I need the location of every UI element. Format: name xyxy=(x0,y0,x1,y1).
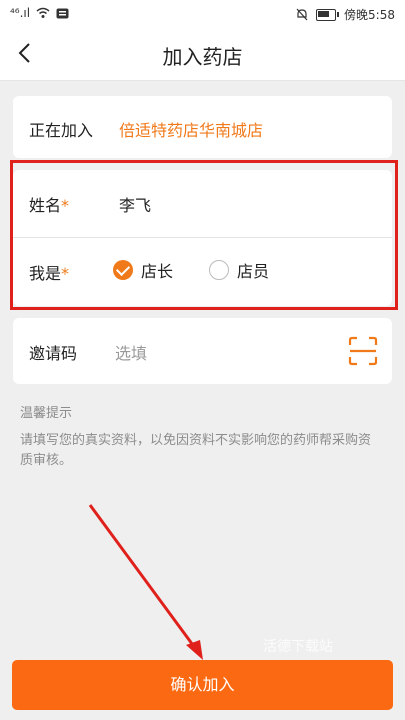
scan-icon[interactable] xyxy=(348,336,378,366)
role-row: 我是* 店长 店员 xyxy=(13,238,392,304)
page-title: 加入药店 xyxy=(162,45,243,69)
name-label: 姓名* xyxy=(29,196,70,215)
signal-icon: ⁴⁶.ıl xyxy=(10,6,31,20)
role-option-label: 店长 xyxy=(141,262,174,281)
message-icon xyxy=(56,8,69,18)
status-right: 傍晚5:58 xyxy=(296,6,395,23)
radio-checked-icon xyxy=(113,260,133,280)
battery-icon xyxy=(316,8,340,21)
name-row: 姓名* 李飞 xyxy=(13,170,392,236)
tips-title: 温馨提示 xyxy=(20,406,73,421)
status-time: 傍晚5:58 xyxy=(344,8,395,22)
status-left: ⁴⁶.ıl xyxy=(10,6,69,20)
role-option-clerk[interactable]: 店员 xyxy=(209,258,269,282)
title-bar: 加入药店 xyxy=(0,28,405,81)
store-name: 倍适特药店华南城店 xyxy=(119,121,264,140)
invite-input[interactable]: 选填 xyxy=(115,340,147,364)
profile-card: 姓名* 李飞 我是* 店长 店员 xyxy=(13,170,392,306)
role-option-label: 店员 xyxy=(237,262,270,281)
tips-body: 请填写您的真实资料，以免因资料不实影响您的药师帮采购资质审核。 xyxy=(20,433,372,468)
invite-card: 邀请码 选填 xyxy=(13,318,392,384)
role-option-manager[interactable]: 店长 xyxy=(113,258,173,282)
tips-section: 温馨提示 请填写您的真实资料，以免因资料不实影响您的药师帮采购资质审核。 xyxy=(20,402,380,471)
status-bar: ⁴⁶.ıl 傍晚5:58 xyxy=(0,0,405,28)
mute-bell-icon xyxy=(296,8,308,21)
role-label: 我是* xyxy=(29,264,70,283)
required-mark: * xyxy=(61,264,70,283)
radio-unchecked-icon xyxy=(209,260,229,280)
confirm-join-button[interactable]: 确认加入 xyxy=(12,660,393,710)
required-mark: * xyxy=(61,196,70,215)
name-field[interactable]: 李飞 xyxy=(119,192,151,216)
invite-label: 邀请码 xyxy=(29,344,78,363)
watermark-text: 活德下载站 xyxy=(263,639,333,655)
wifi-icon xyxy=(36,7,50,18)
joining-store-card: 正在加入 倍适特药店华南城店 xyxy=(13,96,392,158)
joining-label: 正在加入 xyxy=(29,121,94,140)
